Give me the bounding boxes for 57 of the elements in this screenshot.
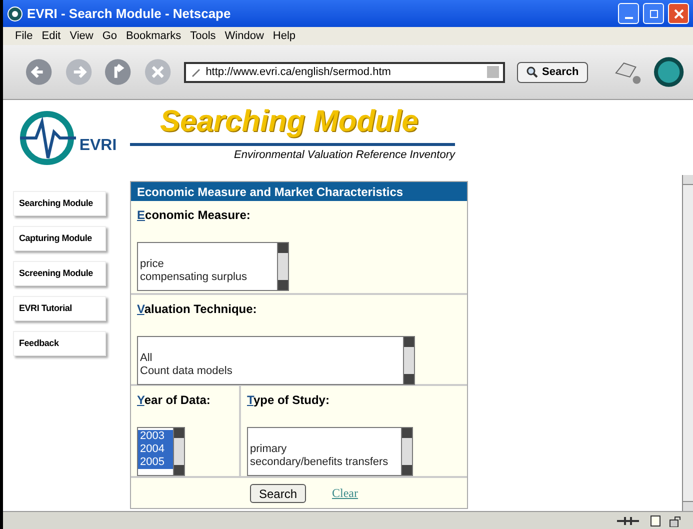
sidebar-button[interactable]: EVRI Tutorial: [13, 296, 106, 321]
app-icon: [7, 6, 23, 22]
forward-icon[interactable]: [64, 58, 92, 86]
search-button[interactable]: Search: [250, 484, 306, 502]
list-box[interactable]: 2003 2004 2005: [137, 427, 185, 476]
list-scrollbar[interactable]: [277, 243, 288, 290]
logo: EVRI: [16, 108, 117, 168]
list-scrollbar[interactable]: [401, 428, 412, 475]
close-button[interactable]: [668, 3, 689, 24]
list-option[interactable]: primary: [248, 443, 401, 456]
list-box[interactable]: primary secondary/benefits transfers: [247, 427, 413, 476]
list-box[interactable]: price compensating surplus: [137, 242, 289, 291]
subtitle: Environmental Valuation Reference Inventory: [233, 148, 455, 163]
menu-item[interactable]: Help: [272, 28, 296, 44]
list-option[interactable]: secondary/benefits transfers: [248, 456, 401, 469]
page-heading: Searching Module: [159, 105, 420, 139]
scrollbar[interactable]: [682, 175, 693, 511]
reload-icon[interactable]: [104, 58, 132, 86]
list-option[interactable]: Count data models: [138, 365, 403, 378]
list-scrollbar[interactable]: [173, 428, 184, 475]
form-header: Economic Measure and Market Characteristics: [131, 182, 467, 201]
sidebar-button[interactable]: Searching Module: [13, 191, 106, 216]
menu-item[interactable]: Bookmarks: [126, 28, 182, 44]
menu-item[interactable]: Tools: [190, 28, 216, 44]
maximize-button[interactable]: [643, 3, 664, 24]
menu-item[interactable]: View: [70, 28, 94, 44]
field-label: Type of Study:: [247, 392, 330, 409]
stop-icon[interactable]: [144, 58, 172, 86]
menu-item[interactable]: Window: [224, 28, 264, 44]
connection-icon: [617, 516, 639, 526]
field-label: Economic Measure:: [137, 207, 252, 224]
menu-item[interactable]: Go: [102, 28, 118, 44]
pencil-icon: [190, 66, 202, 78]
list-option[interactable]: 2004: [138, 443, 173, 456]
search-icon: [526, 66, 538, 78]
list-option[interactable]: 2005: [138, 456, 173, 469]
sidebar-button[interactable]: Screening Module: [13, 261, 106, 286]
menu-item[interactable]: File: [15, 28, 33, 44]
sidebar-button[interactable]: Feedback: [13, 331, 106, 356]
list-option[interactable]: compensating surplus: [138, 271, 277, 284]
close-icon: [674, 8, 684, 18]
list-option[interactable]: All: [138, 352, 403, 365]
globe-logo-icon[interactable]: [653, 56, 685, 88]
list-option[interactable]: 2003: [138, 430, 173, 443]
search-button[interactable]: Search: [517, 62, 588, 82]
field-label: Year of Data:: [137, 392, 212, 409]
menu-item[interactable]: Edit: [42, 28, 61, 44]
field-label: Valuation Technique:: [137, 301, 258, 318]
clear-link[interactable]: Clear: [332, 484, 358, 502]
minimize-button[interactable]: [618, 3, 639, 24]
window-title: EVRI - Search Module - Netscape: [27, 4, 232, 23]
address-field[interactable]: http://www.evri.ca/english/sermod.htm: [184, 62, 506, 82]
sidebar-button[interactable]: Capturing Module: [13, 226, 106, 251]
back-icon[interactable]: [25, 58, 53, 86]
list-box[interactable]: All Count data models: [137, 336, 415, 385]
list-scrollbar[interactable]: [403, 337, 414, 384]
list-option[interactable]: price: [138, 258, 277, 271]
